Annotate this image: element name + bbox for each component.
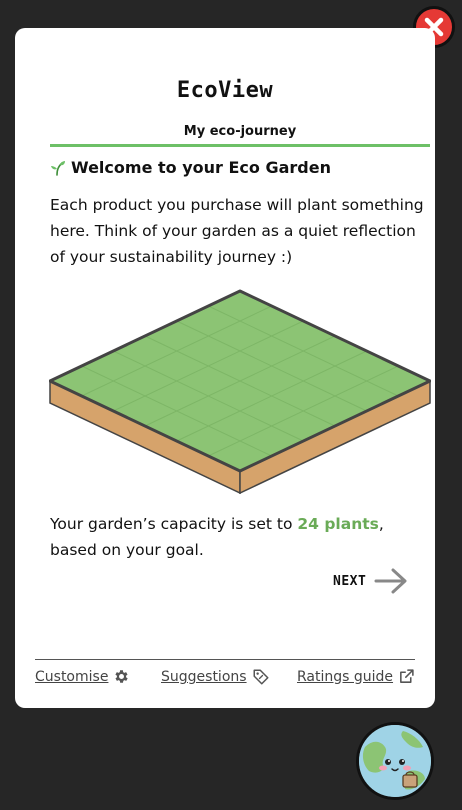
gear-icon [115,670,129,683]
sprout-icon [51,160,65,176]
ratings-guide-link[interactable]: Ratings guide [297,668,415,685]
external-link-icon [400,669,414,683]
capacity-text: Your garden’s capacity is set to 24 plan… [50,511,435,563]
customise-label: Customise [35,668,109,685]
footer-divider [35,659,415,660]
journey-underline [50,144,430,147]
plants-count: 24 plants [297,515,379,533]
earth-mascot-icon [359,725,431,797]
journey-label: My eco-journey [183,124,297,139]
suggestions-link[interactable]: Suggestions [161,668,270,686]
tag-icon [253,669,269,685]
intro-text: Each product you purchase will plant som… [50,196,424,266]
next-button[interactable]: NEXT [333,568,408,594]
ratings-label: Ratings guide [297,668,394,685]
suggestions-label: Suggestions [161,669,247,685]
customise-link[interactable]: Customise [35,668,130,685]
earth-mascot-button[interactable] [356,722,434,800]
arrow-right-icon [374,568,407,594]
welcome-title: Welcome to your Eco Garden [71,158,331,177]
welcome-heading: Welcome to your Eco Garden [50,158,331,177]
garden-plot [49,289,431,494]
next-label: NEXT [333,573,367,589]
capacity-prefix: Your garden’s capacity is set to [50,515,298,533]
brand-logo: EcoView [176,78,274,103]
eco-garden-card: EcoView My eco-journey Welcome to your E… [15,28,435,708]
